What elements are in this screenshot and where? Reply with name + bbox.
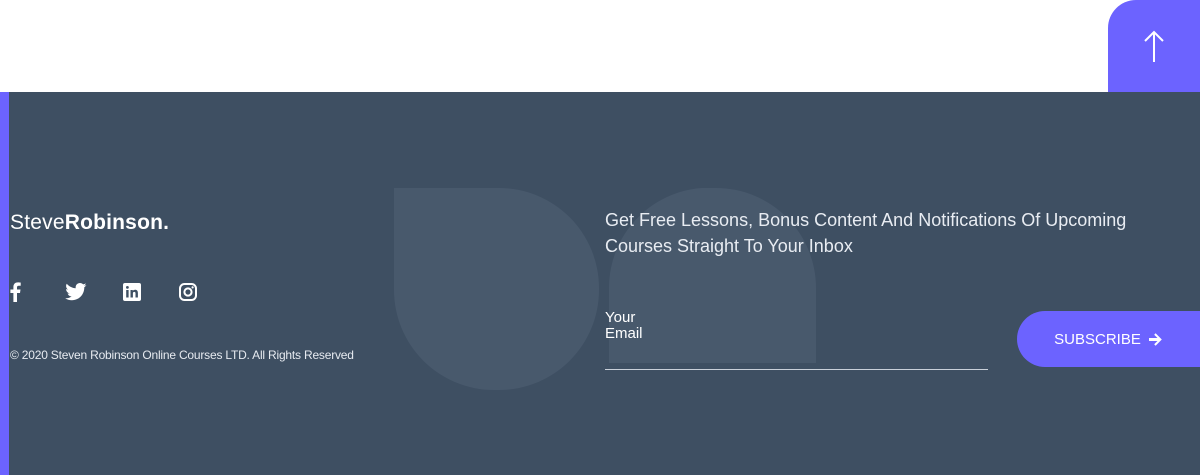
- instagram-link[interactable]: [176, 280, 200, 304]
- facebook-link[interactable]: [10, 280, 24, 304]
- social-links: [10, 280, 200, 304]
- twitter-icon: [65, 283, 87, 301]
- linkedin-link[interactable]: [120, 280, 144, 304]
- twitter-link[interactable]: [64, 280, 88, 304]
- linkedin-icon: [123, 283, 141, 301]
- site-footer: SteveRobinson. © 2020 Steven Robinson On…: [0, 92, 1200, 475]
- subscribe-button-label: SUBSCRIBE: [1054, 330, 1141, 348]
- copyright-text: © 2020 Steven Robinson Online Courses LT…: [10, 348, 354, 362]
- arrow-up-icon: [1144, 30, 1164, 62]
- instagram-icon: [179, 283, 197, 301]
- scroll-to-top-button[interactable]: [1108, 0, 1200, 92]
- facebook-icon: [10, 282, 21, 302]
- newsletter-promo-text: Get Free Lessons, Bonus Content And Noti…: [605, 210, 1127, 256]
- brand-last-name: Robinson.: [64, 211, 170, 234]
- email-field[interactable]: [605, 307, 988, 370]
- arrow-right-icon: [1148, 332, 1162, 346]
- page-top-area: [0, 0, 1200, 92]
- brand-first-name: Steve: [10, 211, 65, 234]
- footer-accent-bar: [0, 92, 9, 475]
- subscribe-button[interactable]: SUBSCRIBE: [1017, 311, 1200, 367]
- footer-brand-logo[interactable]: SteveRobinson.: [10, 211, 169, 235]
